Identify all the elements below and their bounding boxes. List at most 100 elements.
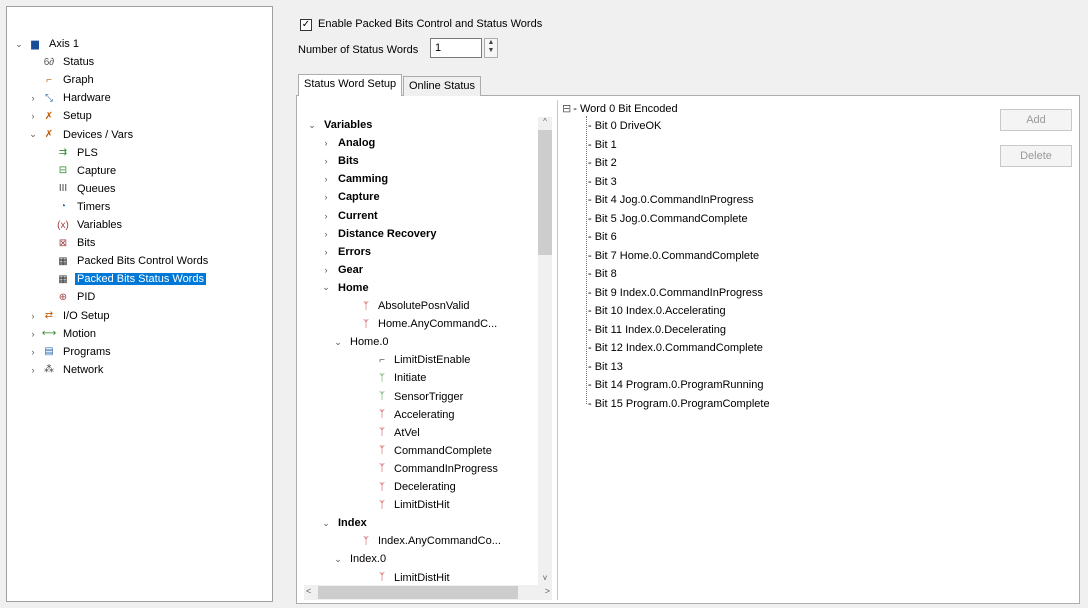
chevron-right-icon[interactable]: › bbox=[320, 211, 332, 221]
chevron-right-icon[interactable]: › bbox=[27, 329, 39, 339]
scroll-up-icon[interactable]: ^ bbox=[538, 117, 552, 129]
project-tree-item[interactable]: ⊟ Capture bbox=[41, 162, 118, 180]
variable-tree-item[interactable]: ᛉ Decelerating bbox=[374, 478, 456, 496]
word-bit-item[interactable]: - Bit 13 bbox=[588, 358, 623, 376]
spin-down-icon[interactable]: ▼ bbox=[485, 47, 497, 55]
variable-tree-item[interactable]: ᛉ SensorTrigger bbox=[374, 388, 463, 406]
variables-vertical-scroll-thumb[interactable] bbox=[538, 130, 552, 255]
variable-tree-item[interactable]: ᛉ CommandInProgress bbox=[374, 460, 498, 478]
chevron-down-icon[interactable]: ⌄ bbox=[332, 337, 344, 348]
word-bit-item[interactable]: - Bit 3 bbox=[588, 173, 617, 191]
project-tree-item[interactable]: ▦ Packed Bits Status Words bbox=[41, 270, 206, 288]
word-bit-item[interactable]: - Bit 5 Jog.0.CommandComplete bbox=[588, 210, 748, 228]
project-tree-item[interactable]: (x) Variables bbox=[41, 216, 124, 234]
project-tree-item[interactable]: › ⤡ Hardware bbox=[27, 89, 113, 107]
chevron-down-icon[interactable]: ⌄ bbox=[320, 518, 332, 529]
chevron-right-icon[interactable]: › bbox=[27, 365, 39, 375]
variable-tree-item[interactable]: ᛉ LimitDistHit bbox=[374, 496, 450, 514]
word-tree-root[interactable]: ⊟ - Word 0 Bit Encoded bbox=[562, 100, 678, 118]
word-bit-item[interactable]: - Bit 15 Program.0.ProgramComplete bbox=[588, 395, 770, 413]
word-bit-item[interactable]: - Bit 8 bbox=[588, 265, 617, 283]
project-tree-item[interactable]: ⌄ ▆ Axis 1 bbox=[13, 35, 81, 53]
variable-tree-item[interactable]: ᛉ Initiate bbox=[374, 369, 426, 387]
variable-tree-item[interactable]: ⌐ LimitDistEnable bbox=[374, 351, 470, 369]
word-bit-item[interactable]: - Bit 1 bbox=[588, 136, 617, 154]
chevron-right-icon[interactable]: › bbox=[320, 247, 332, 257]
word-bit-item[interactable]: - Bit 7 Home.0.CommandComplete bbox=[588, 247, 759, 265]
word-bit-item[interactable]: - Bit 11 Index.0.Decelerating bbox=[588, 321, 726, 339]
variable-tree-item[interactable]: ᛉ AbsolutePosnValid bbox=[358, 297, 470, 315]
variable-tree-item[interactable]: ⌄ Index.0 bbox=[332, 550, 386, 568]
variable-tree-label: Camming bbox=[338, 173, 389, 186]
word-bit-item[interactable]: - Bit 9 Index.0.CommandInProgress bbox=[588, 284, 763, 302]
variable-tree-item[interactable]: ⌄ Variables bbox=[306, 116, 372, 134]
delete-button[interactable]: Delete bbox=[1000, 145, 1072, 167]
project-tree-item[interactable]: ▦ Packed Bits Control Words bbox=[41, 252, 210, 270]
variable-tree-item[interactable]: › Analog bbox=[320, 134, 376, 152]
variables-horizontal-scroll-thumb[interactable] bbox=[318, 586, 518, 599]
word-bit-item[interactable]: - Bit 0 DriveOK bbox=[588, 117, 661, 135]
chevron-right-icon[interactable]: › bbox=[27, 347, 39, 357]
chevron-right-icon[interactable]: › bbox=[27, 311, 39, 321]
project-tree-item[interactable]: › ⟷ Motion bbox=[27, 325, 98, 343]
tab-status-word-setup[interactable]: Status Word Setup bbox=[298, 74, 403, 96]
variable-tree-item[interactable]: › Bits bbox=[320, 152, 359, 170]
project-tree-item[interactable]: ⊕ PID bbox=[41, 288, 97, 306]
project-tree-item[interactable]: 6∂ Status bbox=[27, 53, 96, 71]
word-bit-item[interactable]: - Bit 6 bbox=[588, 228, 617, 246]
variable-tree-item[interactable]: ⌄ Home.0 bbox=[332, 333, 388, 351]
add-button[interactable]: Add bbox=[1000, 109, 1072, 131]
variable-tree-item[interactable]: › Errors bbox=[320, 243, 372, 261]
scroll-down-icon[interactable]: v bbox=[538, 573, 552, 585]
chevron-down-icon[interactable]: ⌄ bbox=[13, 39, 25, 50]
project-tree-item[interactable]: ⇉ PLS bbox=[41, 144, 100, 162]
word-bit-item[interactable]: - Bit 4 Jog.0.CommandInProgress bbox=[588, 191, 754, 209]
chevron-right-icon[interactable]: › bbox=[320, 229, 332, 239]
scroll-left-icon[interactable]: < bbox=[306, 586, 311, 596]
scroll-right-icon[interactable]: > bbox=[545, 586, 550, 596]
chevron-down-icon[interactable]: ⌄ bbox=[27, 129, 39, 140]
project-tree-item[interactable]: › ⇄ I/O Setup bbox=[27, 307, 111, 325]
variable-tree-item[interactable]: ᛉ AtVel bbox=[374, 424, 420, 442]
word-bit-item[interactable]: - Bit 14 Program.0.ProgramRunning bbox=[588, 376, 763, 394]
project-tree-item[interactable]: ⌄ ✗ Devices / Vars bbox=[27, 126, 135, 144]
word-bit-item[interactable]: - Bit 2 bbox=[588, 154, 617, 172]
variable-tree-item[interactable]: › Distance Recovery bbox=[320, 225, 437, 243]
variable-tree-item[interactable]: › Gear bbox=[320, 261, 364, 279]
number-of-status-words-input[interactable]: 1 bbox=[430, 38, 482, 58]
variable-tree-item[interactable]: ⌄ Home bbox=[320, 279, 368, 297]
tab-online-status[interactable]: Online Status bbox=[403, 76, 482, 96]
chevron-right-icon[interactable]: › bbox=[320, 265, 332, 275]
project-tree-item[interactable]: III Queues bbox=[41, 180, 118, 198]
word-bit-item[interactable]: - Bit 10 Index.0.Accelerating bbox=[588, 302, 726, 320]
chevron-right-icon[interactable]: › bbox=[27, 93, 39, 103]
project-tree-item[interactable]: › ⁂ Network bbox=[27, 361, 105, 379]
number-spinner[interactable]: ▲ ▼ bbox=[484, 38, 498, 58]
chevron-right-icon[interactable]: › bbox=[27, 111, 39, 121]
chevron-down-icon[interactable]: ⌄ bbox=[306, 120, 318, 131]
chevron-down-icon[interactable]: ⌄ bbox=[320, 282, 332, 293]
collapse-icon[interactable]: ⊟ bbox=[562, 103, 571, 115]
variable-tree-item[interactable]: › Current bbox=[320, 207, 378, 225]
variable-tree-item[interactable]: › Capture bbox=[320, 188, 380, 206]
variable-tree-item[interactable]: ⌄ Index bbox=[320, 514, 367, 532]
word-bit-item[interactable]: - Bit 12 Index.0.CommandComplete bbox=[588, 339, 763, 357]
variable-tree-item[interactable]: ᛉ Accelerating bbox=[374, 406, 455, 424]
variable-tree-item[interactable]: ᛉ CommandComplete bbox=[374, 442, 492, 460]
project-tree-item[interactable]: ◔ Timers bbox=[41, 198, 112, 216]
variable-tree-item[interactable]: ᛉ Index.AnyCommandCo... bbox=[358, 532, 501, 550]
project-tree-item[interactable]: › ✗ Setup bbox=[27, 107, 94, 125]
chevron-down-icon[interactable]: ⌄ bbox=[332, 554, 344, 565]
chevron-right-icon[interactable]: › bbox=[320, 138, 332, 148]
variable-tree-item[interactable]: ᛉ Home.AnyCommandC... bbox=[358, 315, 497, 333]
chevron-right-icon[interactable]: › bbox=[320, 156, 332, 166]
spin-up-icon[interactable]: ▲ bbox=[485, 39, 497, 47]
project-tree-item[interactable]: › ▤ Programs bbox=[27, 343, 113, 361]
enable-packed-bits-checkbox[interactable]: ✓ bbox=[300, 19, 312, 31]
chevron-right-icon[interactable]: › bbox=[320, 174, 332, 184]
variable-tree-item[interactable]: › Camming bbox=[320, 170, 389, 188]
chevron-right-icon[interactable]: › bbox=[320, 192, 332, 202]
project-tree-item[interactable]: ⌐ Graph bbox=[27, 71, 96, 89]
variable-tree-item[interactable]: ᛉ LimitDistHit bbox=[374, 569, 450, 587]
project-tree-item[interactable]: ⊠ Bits bbox=[41, 234, 97, 252]
